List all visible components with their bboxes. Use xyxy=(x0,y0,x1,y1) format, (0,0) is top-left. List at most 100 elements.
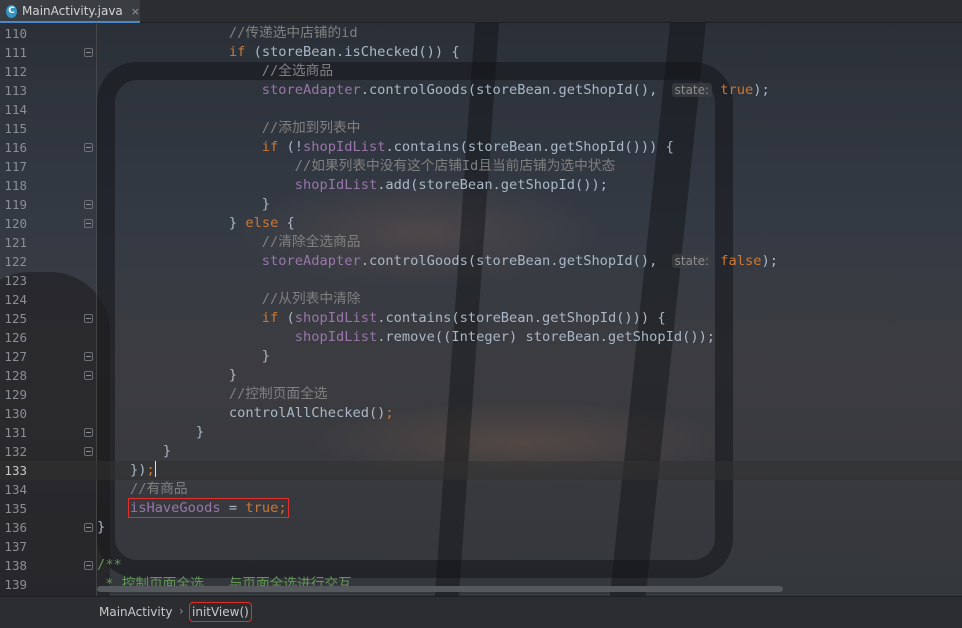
code-token: //全选商品 xyxy=(97,63,334,79)
horizontal-scrollbar[interactable] xyxy=(97,586,783,592)
line-number: 123 xyxy=(4,273,27,288)
code-line-117[interactable]: 117 //如果列表中没有这个店铺Id且当前店铺为选中状态 xyxy=(0,157,962,176)
line-number: 135 xyxy=(4,501,27,516)
code-text: storeAdapter.controlGoods(storeBean.getS… xyxy=(97,252,778,271)
line-number: 124 xyxy=(4,292,27,307)
code-line-135[interactable]: 135 isHaveGoods = true; xyxy=(0,498,962,518)
fold-marker-icon[interactable] xyxy=(84,447,93,456)
code-token: } xyxy=(97,348,271,364)
code-text: if (!shopIdList.contains(storeBean.getSh… xyxy=(97,138,674,157)
code-token: .add(storeBean.getShopId()); xyxy=(377,177,608,193)
code-line-125[interactable]: 125 if (shopIdList.contains(storeBean.ge… xyxy=(0,309,962,328)
code-text: if (storeBean.isChecked()) { xyxy=(97,43,460,62)
code-line-115[interactable]: 115 //添加到列表中 xyxy=(0,119,962,138)
line-number: 137 xyxy=(4,539,27,554)
line-number: 121 xyxy=(4,235,27,250)
tab-mainactivity-java[interactable]: C MainActivity.java × xyxy=(0,0,140,23)
breadcrumb-method[interactable]: initView() xyxy=(189,602,252,622)
fold-marker-icon[interactable] xyxy=(84,352,93,361)
code-line-116[interactable]: 116 if (!shopIdList.contains(storeBean.g… xyxy=(0,138,962,157)
code-text: } xyxy=(97,518,105,537)
line-number: 132 xyxy=(4,444,27,459)
line-number: 118 xyxy=(4,178,27,193)
code-token: } xyxy=(97,367,238,383)
code-text: if (shopIdList.contains(storeBean.getSho… xyxy=(97,309,666,328)
code-line-134[interactable]: 134 //有商品 xyxy=(0,480,962,499)
code-line-136[interactable]: 136} xyxy=(0,518,962,537)
code-line-138[interactable]: 138 /** xyxy=(0,556,962,575)
code-text: shopIdList.add(storeBean.getShopId()); xyxy=(97,176,608,195)
line-number: 133 xyxy=(4,463,27,478)
code-line-130[interactable]: 130 controlAllChecked(); xyxy=(0,404,962,423)
code-text: } xyxy=(97,347,270,366)
code-line-118[interactable]: 118 shopIdList.add(storeBean.getShopId()… xyxy=(0,176,962,195)
fold-marker-icon[interactable] xyxy=(84,523,93,532)
editor-tab-bar: C MainActivity.java × xyxy=(0,0,962,23)
fold-marker-icon[interactable] xyxy=(84,561,93,570)
code-text: //清除全选商品 xyxy=(97,233,361,252)
code-line-128[interactable]: 128 } xyxy=(0,366,962,385)
code-token: .remove((Integer) storeBean.getShopId())… xyxy=(377,329,716,345)
code-text: //从列表中清除 xyxy=(97,290,361,309)
fold-marker-icon[interactable] xyxy=(84,219,93,228)
code-token: false xyxy=(712,253,762,269)
code-token: ( xyxy=(286,310,295,326)
code-text: controlAllChecked(); xyxy=(97,404,394,423)
code-token: isHaveGoods xyxy=(129,500,221,516)
code-token: } xyxy=(97,215,246,231)
line-number: 113 xyxy=(4,83,27,98)
close-icon[interactable]: × xyxy=(131,5,140,18)
code-line-113[interactable]: 113 storeAdapter.controlGoods(storeBean.… xyxy=(0,81,962,100)
code-line-131[interactable]: 131 } xyxy=(0,423,962,442)
code-line-129[interactable]: 129 //控制页面全选 xyxy=(0,385,962,404)
code-line-133[interactable]: 133 }); xyxy=(0,461,962,480)
fold-marker-icon[interactable] xyxy=(84,200,93,209)
code-line-126[interactable]: 126 shopIdList.remove((Integer) storeBea… xyxy=(0,328,962,347)
code-text: } xyxy=(97,442,171,461)
code-line-127[interactable]: 127 } xyxy=(0,347,962,366)
line-number: 136 xyxy=(4,520,27,535)
line-number: 139 xyxy=(4,577,27,592)
code-token: } xyxy=(97,519,106,535)
code-line-111[interactable]: 111 if (storeBean.isChecked()) { xyxy=(0,43,962,62)
code-editor[interactable]: 110 //传递选中店铺的id 111 if (storeBean.isCheck… xyxy=(0,22,962,596)
code-text: //传递选中店铺的id xyxy=(97,24,358,43)
code-line-123[interactable]: 123 xyxy=(0,271,962,290)
code-line-124[interactable]: 124 //从列表中清除 xyxy=(0,290,962,309)
code-token: .contains(storeBean.getShopId())) { xyxy=(385,139,674,155)
code-token: controlAllChecked() xyxy=(97,405,386,421)
fold-marker-icon[interactable] xyxy=(84,314,93,323)
line-number: 126 xyxy=(4,330,27,345)
code-token: } xyxy=(97,443,172,459)
fold-marker-icon[interactable] xyxy=(84,48,93,57)
breadcrumb: MainActivity › initView() xyxy=(0,596,962,628)
code-line-119[interactable]: 119 } xyxy=(0,195,962,214)
code-text: isHaveGoods = true; xyxy=(97,498,289,518)
line-number: 111 xyxy=(4,45,27,60)
code-line-137[interactable]: 137 xyxy=(0,537,962,556)
code-line-114[interactable]: 114 xyxy=(0,100,962,119)
code-line-120[interactable]: 120 } else { xyxy=(0,214,962,233)
code-token: .contains(storeBean.getShopId())) { xyxy=(377,310,666,326)
line-number: 134 xyxy=(4,482,27,497)
code-text: //添加到列表中 xyxy=(97,119,361,138)
code-text: /** xyxy=(97,556,122,575)
parameter-hint: state: xyxy=(671,83,713,97)
code-line-121[interactable]: 121 //清除全选商品 xyxy=(0,233,962,252)
code-token: true; xyxy=(245,500,287,516)
fold-marker-icon[interactable] xyxy=(84,371,93,380)
code-line-122[interactable]: 122 storeAdapter.controlGoods(storeBean.… xyxy=(0,252,962,271)
code-line-110[interactable]: 110 //传递选中店铺的id xyxy=(0,24,962,43)
code-line-112[interactable]: 112 //全选商品 xyxy=(0,62,962,81)
code-line-132[interactable]: 132 } xyxy=(0,442,962,461)
code-token: //添加到列表中 xyxy=(97,120,361,136)
line-number: 129 xyxy=(4,387,27,402)
fold-marker-icon[interactable] xyxy=(84,143,93,152)
line-number: 117 xyxy=(4,159,27,174)
breadcrumb-separator: › xyxy=(179,604,184,618)
breadcrumb-class[interactable]: MainActivity xyxy=(99,605,173,619)
fold-marker-icon[interactable] xyxy=(84,428,93,437)
code-text: //控制页面全选 xyxy=(97,385,328,404)
line-number: 110 xyxy=(4,26,27,41)
